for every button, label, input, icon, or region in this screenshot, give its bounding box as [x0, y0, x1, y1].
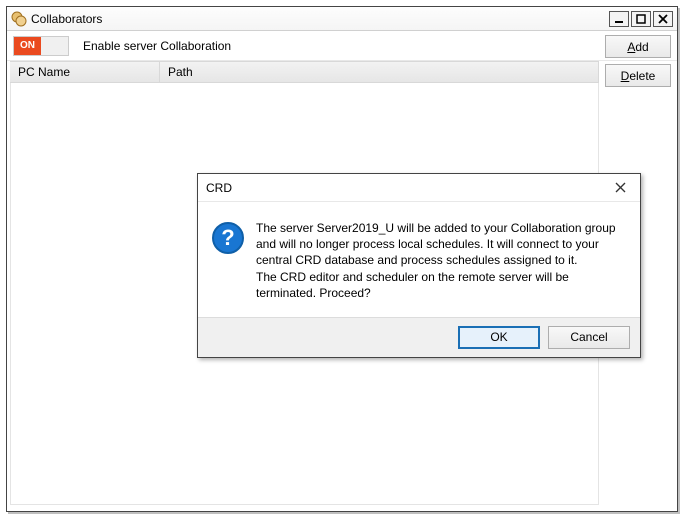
question-icon: ? [212, 222, 244, 254]
cancel-button[interactable]: Cancel [548, 326, 630, 349]
dialog-titlebar: CRD [198, 174, 640, 202]
delete-button[interactable]: Delete [605, 64, 671, 87]
dialog-message: The server Server2019_U will be added to… [256, 220, 626, 301]
toggle-off-segment [41, 37, 68, 55]
minimize-button[interactable] [609, 11, 629, 27]
dialog-button-row: OK Cancel [198, 317, 640, 357]
column-pc-name[interactable]: PC Name [10, 62, 160, 82]
toolbar: ON Enable server Collaboration [7, 31, 677, 61]
dialog-title: CRD [206, 181, 608, 195]
add-button[interactable]: Add [605, 35, 671, 58]
app-icon [11, 11, 27, 27]
close-window-button[interactable] [653, 11, 673, 27]
collaborators-window: Collaborators ON Enable server Collabora… [6, 6, 678, 512]
window-title: Collaborators [31, 12, 609, 26]
toggle-on-label: ON [14, 37, 41, 55]
toggle-description: Enable server Collaboration [83, 39, 231, 53]
enable-collab-toggle[interactable]: ON [13, 36, 69, 56]
dialog-close-button[interactable] [608, 178, 632, 198]
list-header: PC Name Path [10, 61, 599, 83]
ok-button[interactable]: OK [458, 326, 540, 349]
column-path[interactable]: Path [160, 62, 599, 82]
titlebar: Collaborators [7, 7, 677, 31]
maximize-button[interactable] [631, 11, 651, 27]
confirmation-dialog: CRD ? The server Server2019_U will be ad… [197, 173, 641, 358]
